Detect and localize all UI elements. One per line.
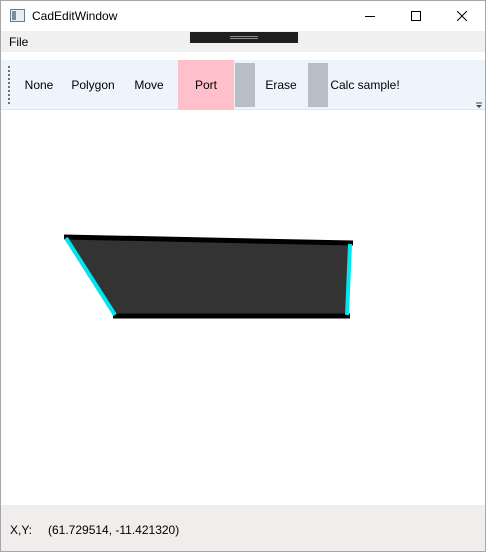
tool-erase-button[interactable]: Erase bbox=[259, 60, 303, 110]
cad-drawing[interactable] bbox=[1, 111, 485, 505]
drag-handle[interactable] bbox=[190, 32, 298, 43]
window-title: CadEditWindow bbox=[32, 9, 118, 23]
tool-polygon-button[interactable]: Polygon bbox=[65, 60, 121, 110]
coordinate-value: (61.729514, -11.421320) bbox=[48, 523, 180, 537]
toolbar-separator bbox=[308, 63, 328, 107]
toolbar: None Polygon Move Port Erase Calc sample… bbox=[1, 60, 485, 110]
menu-bar: File bbox=[1, 31, 485, 52]
close-icon bbox=[457, 11, 467, 21]
cad-canvas[interactable] bbox=[1, 111, 485, 505]
tool-move-button[interactable]: Move bbox=[128, 60, 170, 110]
tool-none-button[interactable]: None bbox=[18, 60, 60, 110]
menu-file[interactable]: File bbox=[9, 35, 28, 49]
minimize-button[interactable] bbox=[347, 1, 393, 31]
coordinate-label: X,Y: bbox=[10, 523, 33, 537]
close-button[interactable] bbox=[439, 1, 485, 31]
app-window-icon bbox=[10, 9, 25, 22]
toolbar-separator bbox=[235, 63, 255, 107]
title-bar[interactable]: CadEditWindow bbox=[1, 1, 485, 31]
maximize-button[interactable] bbox=[393, 1, 439, 31]
tool-port-button[interactable]: Port bbox=[178, 60, 234, 110]
cad-edit-window: CadEditWindow File None Polygon Move Por… bbox=[0, 0, 486, 552]
toolbar-grip-icon[interactable] bbox=[8, 66, 10, 104]
status-bar: X,Y: (61.729514, -11.421320) bbox=[1, 505, 485, 551]
toolbar-overflow-button[interactable] bbox=[475, 98, 483, 108]
maximize-icon bbox=[411, 11, 421, 21]
calc-sample-button[interactable]: Calc sample! bbox=[329, 60, 401, 110]
minimize-icon bbox=[365, 16, 375, 17]
overflow-arrow-icon bbox=[476, 102, 482, 108]
